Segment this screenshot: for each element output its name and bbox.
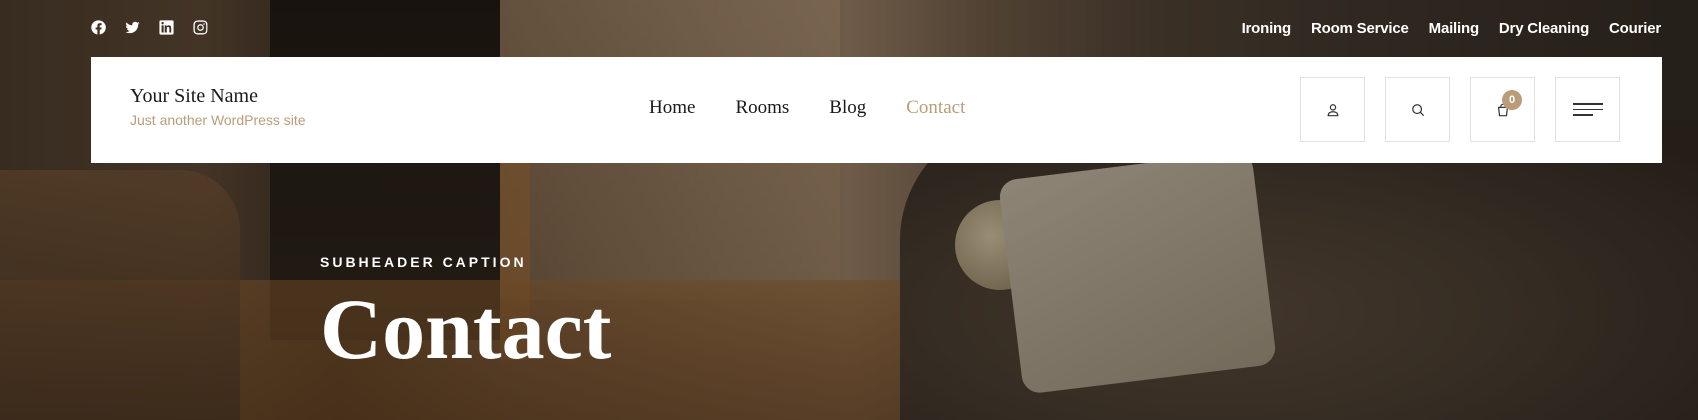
facebook-icon[interactable] [90, 19, 107, 36]
site-name: Your Site Name [130, 85, 258, 107]
instagram-icon[interactable] [192, 19, 209, 36]
top-link-courier[interactable]: Courier [1609, 20, 1661, 37]
site-header: Your Site Name Just another WordPress si… [91, 57, 1662, 163]
user-icon [1327, 103, 1338, 116]
top-link-room-service[interactable]: Room Service [1311, 20, 1409, 37]
site-tagline: Just another WordPress site [130, 112, 306, 128]
account-button[interactable] [1300, 77, 1365, 142]
twitter-icon[interactable] [124, 19, 141, 36]
search-button[interactable] [1385, 77, 1450, 142]
cart-button[interactable]: 0 [1470, 77, 1535, 142]
hero-subcaption: SUBHEADER CAPTION [320, 254, 527, 270]
menu-icon [1572, 103, 1603, 116]
top-link-mailing[interactable]: Mailing [1429, 20, 1479, 37]
nav-item-blog[interactable]: Blog [829, 97, 866, 119]
service-links: Ironing Room Service Mailing Dry Cleanin… [1242, 20, 1662, 37]
nav-item-contact[interactable]: Contact [906, 97, 965, 119]
top-bar: Ironing Room Service Mailing Dry Cleanin… [0, 0, 1698, 57]
linkedin-icon[interactable] [158, 19, 175, 36]
nav-item-rooms[interactable]: Rooms [735, 97, 789, 119]
page-title: Contact [320, 281, 612, 377]
search-icon [1411, 103, 1424, 116]
menu-button[interactable] [1555, 77, 1620, 142]
social-links [90, 19, 209, 36]
main-nav: Home Rooms Blog Contact [649, 97, 965, 119]
top-link-ironing[interactable]: Ironing [1242, 20, 1292, 37]
hero-content: SUBHEADER CAPTION Contact [320, 254, 611, 372]
nav-item-home[interactable]: Home [649, 97, 695, 119]
top-link-dry-cleaning[interactable]: Dry Cleaning [1499, 20, 1589, 37]
header-actions: 0 [1300, 77, 1620, 142]
site-brand[interactable]: Your Site Name Just another WordPress si… [130, 85, 306, 128]
cart-count-badge: 0 [1502, 90, 1522, 110]
